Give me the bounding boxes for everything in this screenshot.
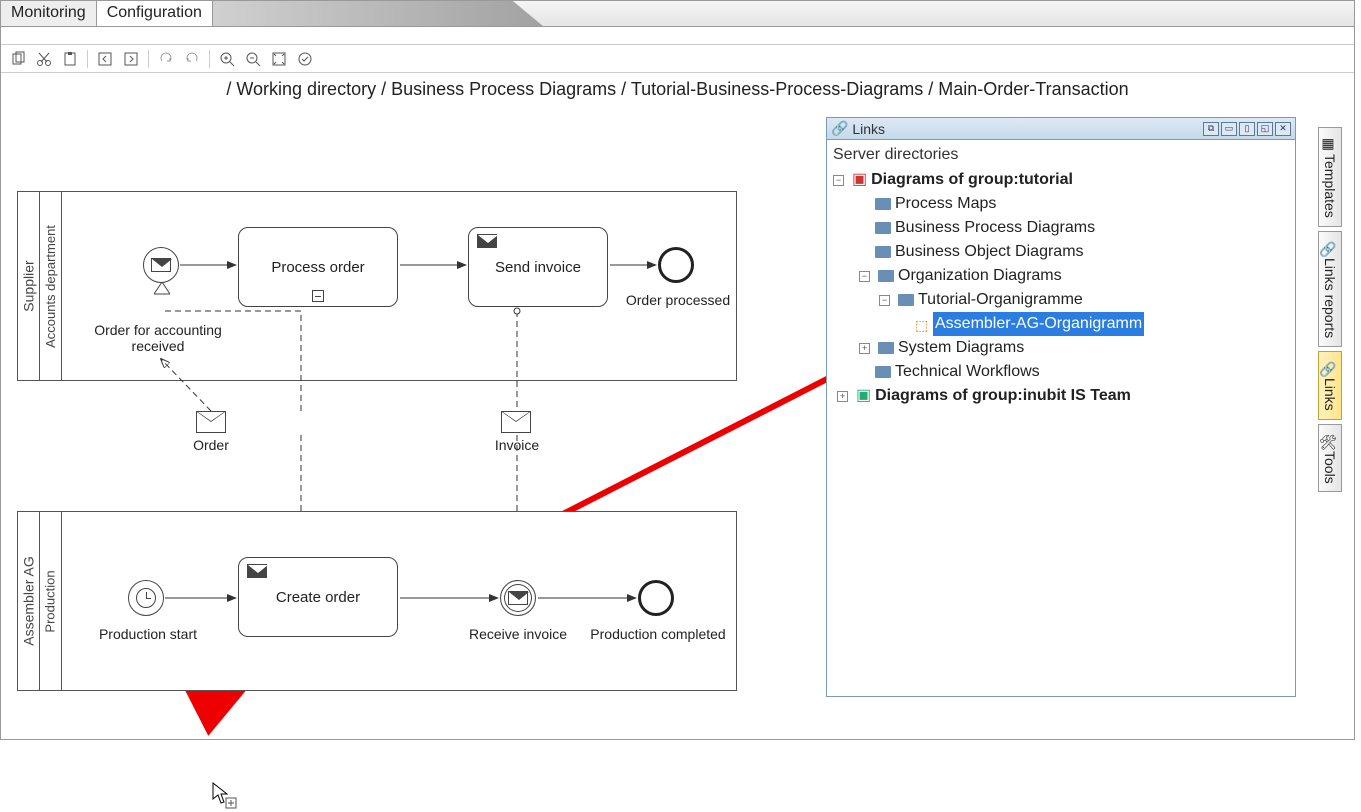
message-invoice-icon: [501, 411, 531, 433]
folder-icon: [875, 222, 891, 234]
panel-title-text: Links: [852, 121, 885, 137]
compensation-marker-icon: [154, 282, 170, 296]
tree-node-org[interactable]: −Organization Diagrams: [833, 264, 1289, 288]
cursor-icon: [211, 781, 237, 812]
panel-restore-button[interactable]: ⧉: [1203, 122, 1219, 136]
breadcrumb: / Working directory / Business Process D…: [1, 73, 1354, 106]
side-tabs: ▦Templates 🔗Links reports 🔗Links 🛠Tools: [1318, 127, 1348, 496]
folder-icon: [898, 294, 914, 306]
panel-titlebar[interactable]: 🔗 Links ⧉ ▭ ▯ ◱ ✕: [827, 118, 1295, 140]
cut-button[interactable]: [33, 48, 55, 70]
validate-button[interactable]: [294, 48, 316, 70]
lane-label-production: Production: [40, 512, 62, 690]
tree-node-technical[interactable]: Technical Workflows: [833, 360, 1289, 384]
tree-root-tutorial[interactable]: −▣Diagrams of group:tutorial: [833, 168, 1289, 192]
start-event-supplier[interactable]: [143, 247, 179, 283]
link-icon: 🔗: [1323, 360, 1337, 374]
tree-node-bpd[interactable]: Business Process Diagrams: [833, 216, 1289, 240]
lane-label-accounts: Accounts department: [40, 192, 62, 380]
editor-toolbar: [1, 45, 1354, 73]
paste-button[interactable]: [59, 48, 81, 70]
end-event-label: Order processed: [598, 292, 758, 308]
main-tabbar: Monitoring Configuration: [1, 1, 1354, 27]
sidetab-templates[interactable]: ▦Templates: [1318, 127, 1342, 227]
tree-node-system[interactable]: +System Diagrams: [833, 336, 1289, 360]
panel-subtitle: Server directories: [827, 140, 1295, 166]
panel-pin-button[interactable]: ▯: [1239, 122, 1255, 136]
templates-icon: ▦: [1323, 136, 1337, 150]
pool-assembler[interactable]: Assembler AG Production Production start…: [17, 511, 737, 691]
org-chart-icon: [915, 317, 929, 331]
tab-monitoring[interactable]: Monitoring: [1, 1, 97, 26]
panel-tree[interactable]: −▣Diagrams of group:tutorial Process Map…: [827, 166, 1295, 410]
sidetab-tools[interactable]: 🛠Tools: [1318, 424, 1342, 493]
pool-label-assembler: Assembler AG: [18, 512, 40, 690]
folder-icon: [875, 246, 891, 258]
task-process-order[interactable]: Process order: [238, 227, 398, 307]
message-invoice-label: Invoice: [437, 437, 597, 453]
intermediate-event-label: Receive invoice: [438, 626, 598, 642]
tree-node-assembler-ag[interactable]: Assembler-AG-Organigramm: [833, 312, 1289, 336]
end-event-assembler[interactable]: [638, 580, 674, 616]
intermediate-event-receive-invoice[interactable]: [500, 580, 536, 616]
folder-icon: [878, 270, 894, 282]
panel-close-button[interactable]: ✕: [1275, 122, 1291, 136]
folder-icon: [875, 198, 891, 210]
message-order-label: Order: [131, 437, 291, 453]
copy-button[interactable]: [7, 48, 29, 70]
report-icon: 🔗: [1323, 240, 1337, 254]
tab-configuration[interactable]: Configuration: [97, 1, 213, 26]
end-event-assembler-label: Production completed: [578, 626, 738, 642]
panel-max-button[interactable]: ◱: [1257, 122, 1273, 136]
tree-node-bod[interactable]: Business Object Diagrams: [833, 240, 1289, 264]
task-create-order[interactable]: Create order: [238, 557, 398, 637]
envelope-icon: [247, 564, 267, 578]
sidetab-linksreports[interactable]: 🔗Links reports: [1318, 231, 1342, 347]
task-send-invoice[interactable]: Send invoice: [468, 227, 608, 307]
link-icon: 🔗: [831, 120, 848, 137]
tools-icon: 🛠: [1323, 433, 1337, 447]
zoom-out-button[interactable]: [242, 48, 264, 70]
tree-node-process-maps[interactable]: Process Maps: [833, 192, 1289, 216]
tree-root-inubit[interactable]: +▣Diagrams of group:inubit IS Team: [833, 384, 1289, 408]
panel-min-button[interactable]: ▭: [1221, 122, 1237, 136]
undo-button[interactable]: [181, 48, 203, 70]
message-icon: [508, 591, 528, 605]
start-event-label: Order for accounting received: [78, 322, 238, 354]
tabbar-spacer: [213, 1, 1354, 26]
links-panel[interactable]: 🔗 Links ⧉ ▭ ▯ ◱ ✕ Server directories −▣D…: [826, 117, 1296, 697]
start-event-assembler[interactable]: [128, 580, 164, 616]
redo-button[interactable]: [155, 48, 177, 70]
nav-back-button[interactable]: [94, 48, 116, 70]
timer-icon: [136, 588, 156, 608]
sidetab-links[interactable]: 🔗Links: [1318, 351, 1342, 420]
pool-label-supplier: Supplier: [18, 192, 40, 380]
message-order-icon: [196, 411, 226, 433]
toolbar-gap: [1, 27, 1354, 45]
envelope-icon: [477, 234, 497, 248]
pool-supplier[interactable]: Supplier Accounts department Order for a…: [17, 191, 737, 381]
folder-icon: [878, 342, 894, 354]
app-window: Monitoring Configuration / Working direc…: [0, 0, 1355, 740]
message-icon: [151, 258, 171, 272]
folder-icon: [875, 366, 891, 378]
end-event-supplier[interactable]: [658, 247, 694, 283]
nav-fwd-button[interactable]: [120, 48, 142, 70]
tree-node-tutorial-org[interactable]: −Tutorial-Organigramme: [833, 288, 1289, 312]
start-event-assembler-label: Production start: [68, 626, 228, 642]
zoom-fit-button[interactable]: [268, 48, 290, 70]
zoom-in-button[interactable]: [216, 48, 238, 70]
subprocess-marker-icon: [312, 290, 324, 302]
